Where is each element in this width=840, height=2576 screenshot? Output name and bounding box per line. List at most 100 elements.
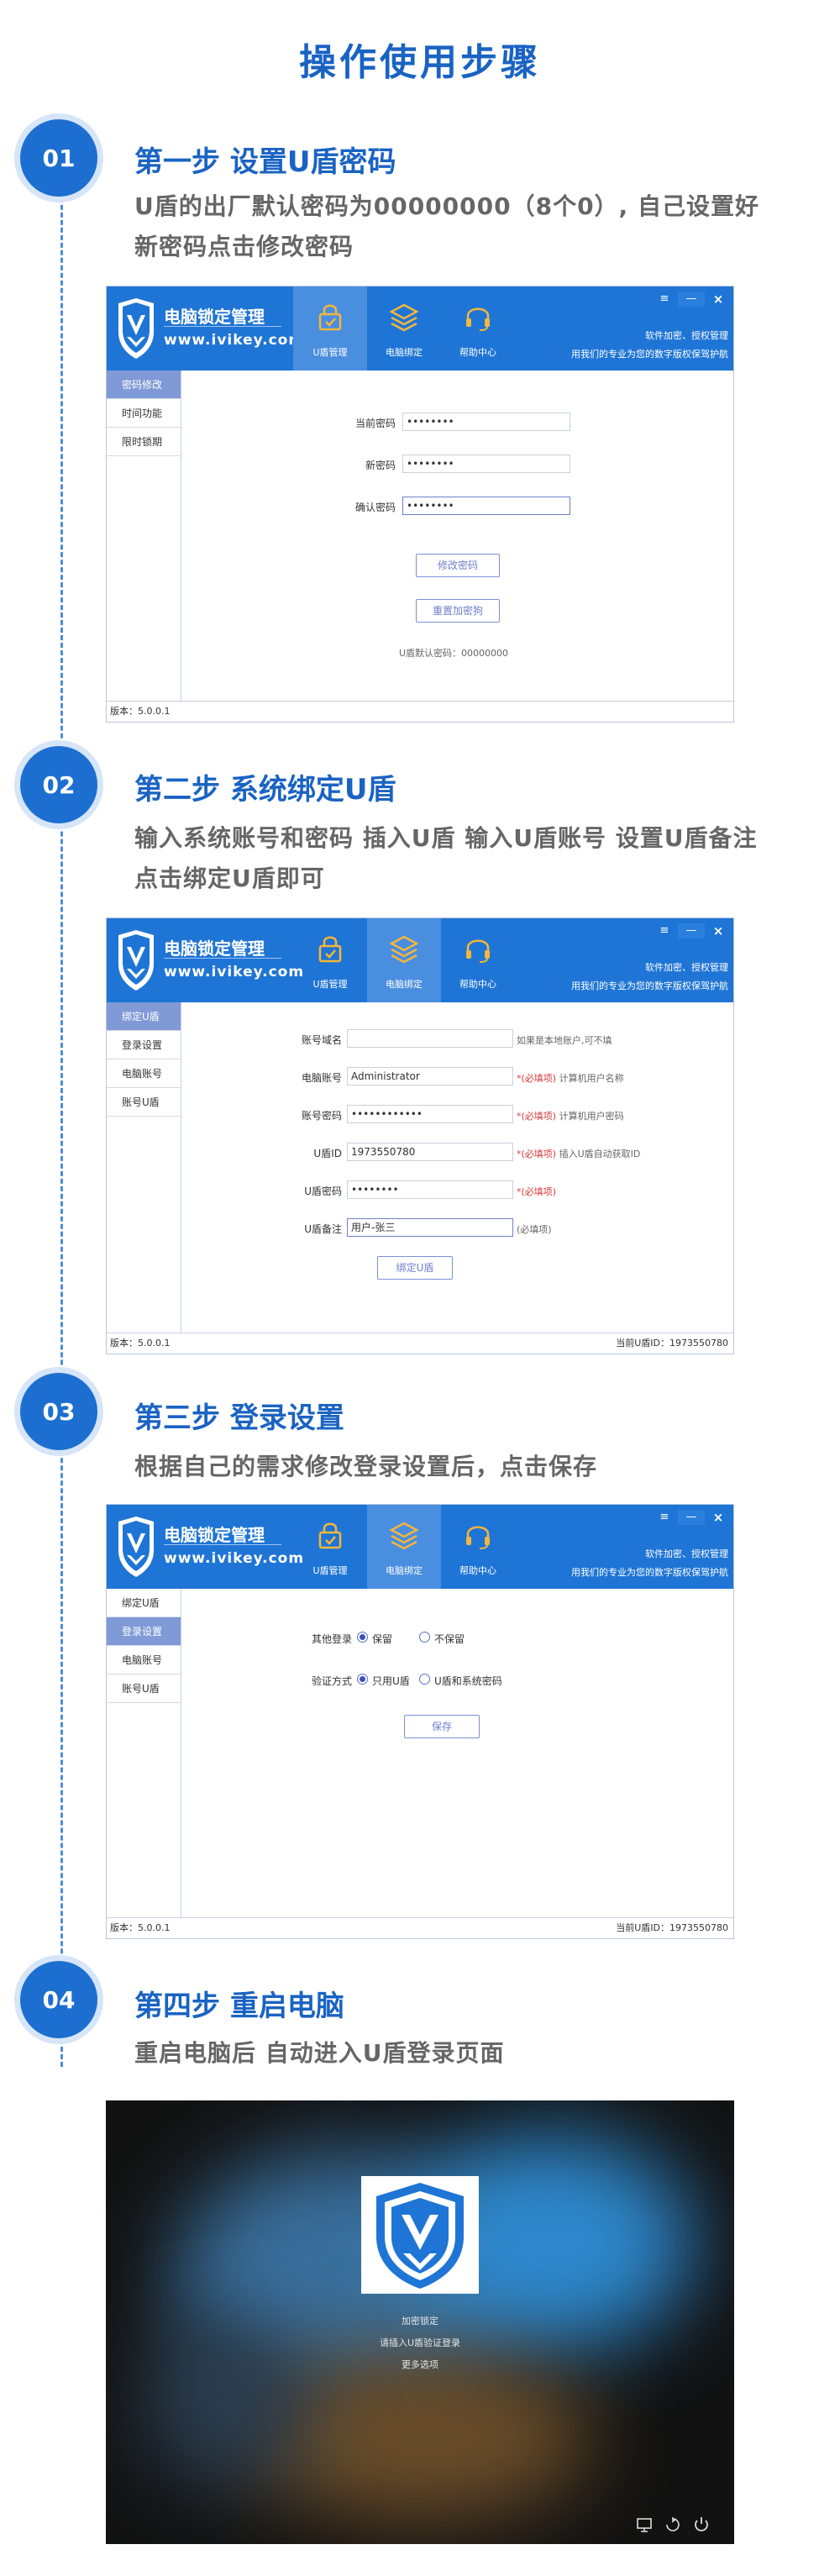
nav-tab-bind[interactable]: 电脑绑定 <box>367 1505 441 1589</box>
change-password-button[interactable]: 修改密码 <box>416 554 500 577</box>
header-slogan-1: 软件加密、授权管理 <box>645 330 728 341</box>
more-options-link[interactable]: 更多选项 <box>106 2358 734 2371</box>
current-password-field[interactable]: •••••••• <box>402 413 570 431</box>
minimize-button[interactable]: — <box>678 292 705 307</box>
ushield-only-radio[interactable] <box>357 1674 368 1685</box>
bind-ushield-button[interactable]: 绑定U盾 <box>377 1256 453 1280</box>
step-heading: 第二步 系统绑定U盾 <box>134 773 396 807</box>
nav-label: U盾管理 <box>312 1565 348 1576</box>
field-label: 账号域名 <box>301 1034 342 1046</box>
sidebar-item-time[interactable]: 时间功能 <box>107 399 181 428</box>
field-label: 其他登录 <box>311 1633 352 1645</box>
layers-icon <box>389 935 419 964</box>
required-mark: *(必填项) <box>517 1186 557 1197</box>
status-bar: 版本：5.0.0.1 当前U盾ID：1973550780 <box>107 1917 733 1938</box>
field-label: U盾ID <box>313 1148 342 1159</box>
sidebar-item-account-ushield[interactable]: 账号U盾 <box>107 1088 181 1117</box>
network-icon[interactable] <box>635 2516 654 2534</box>
nav-tab-ushield[interactable]: U盾管理 <box>293 1505 367 1589</box>
menu-button[interactable]: ≡ <box>651 1510 678 1525</box>
sidebar-item-pc-account[interactable]: 电脑账号 <box>107 1646 181 1674</box>
radio-label: 保留 <box>372 1633 393 1645</box>
power-icon[interactable] <box>692 2516 711 2534</box>
pc-account-field[interactable]: Administrator <box>347 1067 513 1086</box>
field-hint: 如果是本地账户,可不填 <box>517 1035 612 1046</box>
field-label: 账号密码 <box>301 1110 342 1122</box>
required-mark: *(必填项) <box>517 1073 557 1084</box>
brand-url: www.ivikey.com <box>164 964 305 980</box>
default-password-note: U盾默认密码：00000000 <box>399 648 509 659</box>
nav-tab-bind[interactable]: 电脑绑定 <box>367 287 441 371</box>
app-window: 电脑锁定管理 www.ivikey.com U盾管理 电脑绑定 帮助中心 ≡ —… <box>106 1504 734 1939</box>
version-label: 版本：5.0.0.1 <box>110 706 171 717</box>
nav-tab-help[interactable]: 帮助中心 <box>441 918 515 1002</box>
nav-tab-help[interactable]: 帮助中心 <box>441 287 515 371</box>
close-button[interactable]: × <box>705 923 732 938</box>
ushield-and-password-radio[interactable] <box>419 1674 430 1685</box>
domain-field[interactable] <box>347 1029 513 1048</box>
brand-url: www.ivikey.com <box>164 332 305 349</box>
nav-tab-ushield[interactable]: U盾管理 <box>293 287 367 371</box>
account-password-field[interactable]: •••••••••••• <box>347 1105 513 1123</box>
field-label: 电脑账号 <box>301 1072 342 1084</box>
nav-label: 帮助中心 <box>459 347 496 358</box>
save-button[interactable]: 保存 <box>404 1715 480 1738</box>
confirm-password-field[interactable]: •••••••• <box>402 497 570 515</box>
desc-line: 输入系统账号和密码 插入U盾 输入U盾账号 设置U盾备注 <box>134 824 758 852</box>
sidebar-item-login-settings[interactable]: 登录设置 <box>107 1031 181 1059</box>
page-title: 操作使用步骤 <box>299 41 541 84</box>
step-description: 输入系统账号和密码 插入U盾 输入U盾账号 设置U盾备注 点击绑定U盾即可 <box>134 818 806 899</box>
nav-label: 电脑绑定 <box>386 979 423 990</box>
sidebar-item-bind[interactable]: 绑定U盾 <box>107 1589 181 1617</box>
lock-icon <box>318 304 342 331</box>
brand-divider <box>164 958 281 959</box>
step-number: 01 <box>20 119 97 197</box>
radio-label: 不保留 <box>434 1633 465 1645</box>
nav-label: 电脑绑定 <box>386 1565 423 1576</box>
field-hint: *(必填项) 计算机用户密码 <box>517 1109 624 1122</box>
nav-label: 电脑绑定 <box>386 347 423 358</box>
nav-tab-help[interactable]: 帮助中心 <box>441 1505 515 1589</box>
menu-button[interactable]: ≡ <box>651 292 678 307</box>
header-slogan-1: 软件加密、授权管理 <box>645 1548 728 1559</box>
layers-icon <box>389 1522 419 1550</box>
minimize-button[interactable]: — <box>678 1510 705 1525</box>
sidebar-item-password[interactable]: 密码修改 <box>107 371 181 399</box>
minimize-button[interactable]: — <box>678 923 705 938</box>
headset-icon <box>466 1526 490 1549</box>
desc-line: 新密码点击修改密码 <box>134 233 354 260</box>
version-label: 版本：5.0.0.1 <box>110 1338 171 1348</box>
header-slogan-1: 软件加密、授权管理 <box>645 962 728 973</box>
keep-radio[interactable] <box>357 1632 368 1643</box>
header-slogan-2: 用我们的专业为您的数字版权保驾护航 <box>571 1567 728 1578</box>
field-hint: *(必填项) <box>517 1185 556 1198</box>
app-header: 电脑锁定管理 www.ivikey.com U盾管理 电脑绑定 帮助中心 ≡ —… <box>107 1505 733 1589</box>
headset-icon <box>466 939 490 963</box>
accessibility-icon[interactable] <box>664 2516 682 2534</box>
desc-line: 点击绑定U盾即可 <box>134 865 325 892</box>
sidebar-item-timelock[interactable]: 限时锁期 <box>107 428 181 456</box>
reset-dongle-button[interactable]: 重置加密狗 <box>416 599 500 623</box>
sidebar-item-login-settings[interactable]: 登录设置 <box>107 1617 181 1646</box>
ushield-note-field[interactable]: 用户-张三 <box>347 1218 513 1237</box>
radio-label: 只用U盾 <box>372 1675 410 1687</box>
sidebar-item-pc-account[interactable]: 电脑账号 <box>107 1059 181 1088</box>
nav-tab-bind[interactable]: 电脑绑定 <box>367 918 441 1002</box>
not-keep-radio[interactable] <box>419 1632 430 1643</box>
login-screen: 加密锁定 请插入U盾验证登录 更多选项 <box>106 2100 734 2544</box>
close-button[interactable]: × <box>705 1510 732 1525</box>
ushield-password-field[interactable]: •••••••• <box>347 1180 513 1199</box>
desc-line: 根据自己的需求修改登录设置后，点击保存 <box>134 1453 598 1480</box>
menu-button[interactable]: ≡ <box>651 923 678 938</box>
sidebar-item-account-ushield[interactable]: 账号U盾 <box>107 1674 181 1703</box>
app-header: 电脑锁定管理 www.ivikey.com U盾管理 电脑绑定 帮助中心 ≡ —… <box>107 918 733 1002</box>
desc-line: U盾的出厂默认密码为00000000（8个0）, 自己设置好 <box>134 192 759 220</box>
new-password-field[interactable]: •••••••• <box>402 455 570 473</box>
sidebar-item-bind[interactable]: 绑定U盾 <box>107 1002 181 1031</box>
header-slogan-2: 用我们的专业为您的数字版权保驾护航 <box>571 349 728 360</box>
brand-name: 电脑锁定管理 <box>164 938 265 959</box>
close-button[interactable]: × <box>705 292 732 307</box>
nav-tab-ushield[interactable]: U盾管理 <box>293 918 367 1002</box>
brand-name: 电脑锁定管理 <box>164 1525 265 1545</box>
ushield-id-field[interactable]: 1973550780 <box>347 1143 513 1161</box>
